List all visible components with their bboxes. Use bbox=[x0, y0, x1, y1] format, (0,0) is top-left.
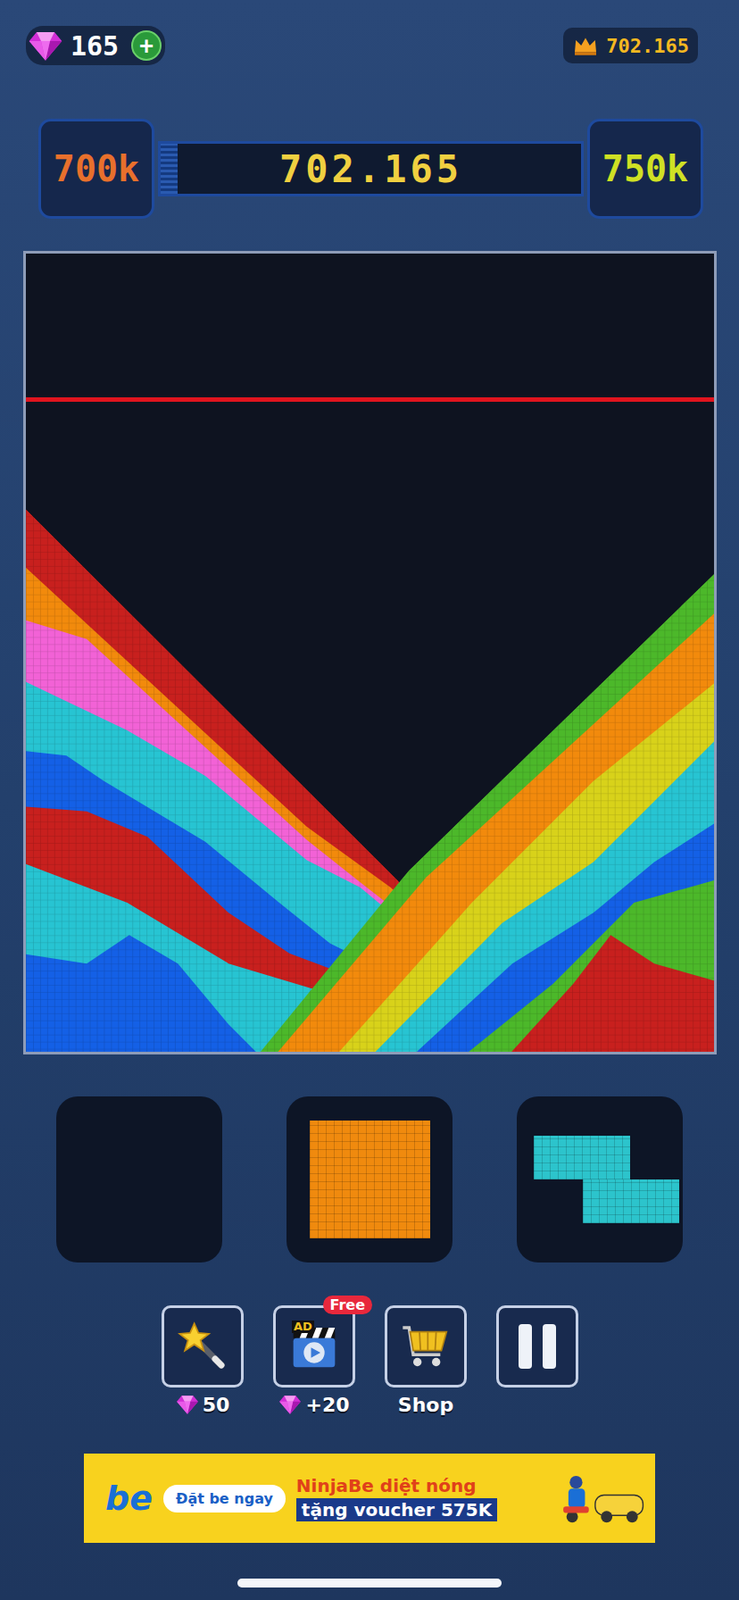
tool bbox=[496, 1304, 579, 1418]
cart-icon bbox=[400, 1320, 451, 1371]
wand-button[interactable] bbox=[161, 1304, 244, 1387]
ad-headline: NinjaBe diệt nóng bbox=[296, 1474, 547, 1496]
ad-illustration bbox=[556, 1461, 647, 1534]
ad-button[interactable]: AD Free bbox=[273, 1304, 356, 1387]
gem-counter: 165 + bbox=[25, 25, 166, 66]
tool-label: Shop bbox=[398, 1390, 454, 1418]
score: 702.165 bbox=[279, 147, 463, 191]
magic-wand-icon bbox=[177, 1320, 228, 1371]
gem-icon bbox=[175, 1392, 200, 1416]
piece-slot[interactable] bbox=[286, 1096, 453, 1263]
limit-line bbox=[25, 397, 715, 402]
next-milestone: 750k bbox=[587, 118, 704, 219]
free-badge: Free bbox=[323, 1295, 374, 1314]
ad-banner[interactable]: be Đặt be ngay NinjaBe diệt nóng tặng vo… bbox=[83, 1453, 656, 1543]
tool-label: +20 bbox=[278, 1390, 349, 1418]
tool: Shop bbox=[384, 1304, 467, 1418]
shop-button[interactable] bbox=[384, 1304, 467, 1387]
game-screen: 165 + 702.165 700k 702.165 750k 50 AD Fr… bbox=[0, 0, 739, 1600]
add-gems-button[interactable]: + bbox=[131, 30, 162, 61]
game-board[interactable] bbox=[23, 250, 717, 1055]
sand bbox=[25, 253, 715, 1052]
home-indicator bbox=[237, 1577, 502, 1587]
progress-row: 700k 702.165 750k bbox=[0, 118, 739, 219]
piece-tray bbox=[0, 1096, 739, 1263]
tool: 50 bbox=[161, 1304, 244, 1418]
current-milestone: 700k bbox=[38, 118, 155, 219]
score-bar: 702.165 bbox=[157, 141, 584, 197]
square-piece[interactable] bbox=[309, 1120, 431, 1238]
tool-label: 50 bbox=[175, 1390, 231, 1418]
piece-slot[interactable] bbox=[516, 1096, 683, 1263]
gem-icon bbox=[27, 27, 64, 64]
top-bar: 165 + 702.165 bbox=[0, 0, 739, 66]
ad-copy: NinjaBe diệt nóng tặng voucher 575K bbox=[296, 1474, 547, 1521]
score-bar-fill bbox=[160, 143, 178, 194]
ad-subline: tặng voucher 575K bbox=[296, 1497, 498, 1521]
piece-slot[interactable] bbox=[56, 1096, 223, 1263]
best-score-value: 702.165 bbox=[606, 34, 690, 58]
tool: AD Free +20 bbox=[273, 1304, 356, 1418]
best-score: 702.165 bbox=[563, 27, 698, 64]
ad-cta-button[interactable]: Đặt be ngay bbox=[163, 1484, 286, 1512]
z-piece[interactable] bbox=[533, 1135, 680, 1223]
ad-logo: be bbox=[105, 1478, 153, 1518]
gem-count: 165 bbox=[70, 30, 125, 62]
gem-icon bbox=[278, 1392, 302, 1416]
ad-label: AD bbox=[291, 1320, 315, 1333]
pause-icon bbox=[518, 1323, 557, 1369]
crown-icon bbox=[572, 34, 599, 57]
pause-button[interactable] bbox=[496, 1304, 579, 1387]
tool-bar: 50 AD Free +20 Shop bbox=[0, 1304, 739, 1418]
